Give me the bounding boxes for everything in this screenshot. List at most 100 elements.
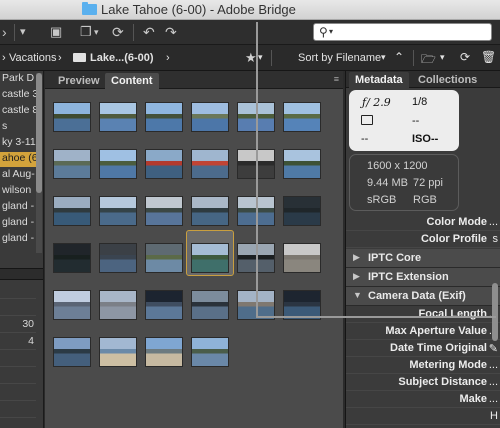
folder-item[interactable]: castle 3 bbox=[0, 88, 36, 103]
color-mode-value: RGB bbox=[413, 194, 437, 206]
folder-item[interactable]: gland - bbox=[0, 200, 36, 215]
refresh-icon[interactable]: ⟳ bbox=[112, 23, 124, 41]
thumbnail[interactable] bbox=[237, 195, 275, 226]
folder-item[interactable]: gland - bbox=[0, 216, 36, 231]
thumbnail[interactable] bbox=[191, 336, 229, 367]
thumbnail[interactable] bbox=[145, 101, 183, 132]
thumbnail[interactable] bbox=[283, 101, 321, 132]
thumbnail[interactable] bbox=[53, 101, 91, 132]
chevron-down-icon[interactable]: ▾ bbox=[440, 52, 445, 63]
thumbnail[interactable] bbox=[53, 195, 91, 226]
star-icon[interactable]: ★ bbox=[245, 50, 257, 66]
thumbnail[interactable] bbox=[99, 289, 137, 320]
folder-item[interactable]: ky 3-11 bbox=[0, 136, 36, 151]
tab-collections[interactable]: Collections bbox=[412, 72, 483, 88]
disclosure-closed-icon[interactable]: ▶ bbox=[353, 252, 360, 263]
more-icon[interactable]: ▾ bbox=[20, 23, 26, 41]
thumbnail[interactable] bbox=[191, 101, 229, 132]
thumbnail[interactable] bbox=[53, 148, 91, 179]
thumbnail[interactable] bbox=[145, 336, 183, 367]
thumbnail[interactable] bbox=[191, 195, 229, 226]
breadcrumb-parent[interactable]: Vacations bbox=[9, 52, 57, 64]
exif-property-row: H bbox=[346, 408, 500, 425]
property-value[interactable]: ... bbox=[489, 376, 498, 388]
thumbnail[interactable] bbox=[145, 148, 183, 179]
new-folder-icon[interactable]: 🗁 bbox=[421, 50, 436, 71]
redo-icon[interactable]: ↷ bbox=[165, 23, 177, 41]
folder-item[interactable]: Park D bbox=[0, 72, 36, 87]
thumbnail[interactable] bbox=[191, 148, 229, 179]
property-label: Subject Distance bbox=[398, 376, 487, 388]
tab-metadata[interactable]: Metadata bbox=[349, 72, 409, 88]
folders-scrollbar[interactable] bbox=[36, 73, 42, 253]
disclosure-open-icon[interactable]: ▼ bbox=[353, 290, 362, 300]
metadata-section-header[interactable]: ▼ Camera Data (Exif) bbox=[346, 287, 500, 306]
folder-item[interactable]: al Aug- bbox=[0, 168, 36, 183]
tab-content[interactable]: Content bbox=[105, 73, 159, 89]
folder-item[interactable]: s bbox=[0, 120, 36, 135]
sort-ascending-icon[interactable]: ⌃ bbox=[394, 50, 404, 64]
metadata-scrollbar[interactable] bbox=[492, 283, 498, 341]
property-value[interactable]: ... bbox=[489, 393, 498, 405]
toolbar: › ▾ ▣ ❐ ▾ ⟳ ↶ ↷ ⚲ ▾ bbox=[0, 20, 500, 45]
property-row: Color Profile s bbox=[346, 231, 500, 248]
undo-icon[interactable]: ↶ bbox=[143, 23, 155, 41]
search-input[interactable]: ⚲ ▾ bbox=[313, 23, 492, 41]
thumbnail[interactable] bbox=[237, 148, 275, 179]
camera-data-card: ƒ/ 2.9 1/8 -- -- ISO-- bbox=[349, 90, 459, 151]
panel-divider[interactable] bbox=[0, 268, 43, 280]
property-value[interactable]: ✎ bbox=[489, 342, 498, 355]
path-bar: › Vacations › Lake...(6-00) › ★ ▾ Sort b… bbox=[0, 45, 500, 71]
chevron-down-icon[interactable]: ▾ bbox=[94, 23, 99, 41]
thumbnail[interactable] bbox=[237, 101, 275, 132]
thumbnail[interactable] bbox=[53, 289, 91, 320]
resolution-value: 72 ppi bbox=[413, 177, 443, 189]
folder-item[interactable]: wilson bbox=[0, 184, 36, 199]
thumbnail[interactable] bbox=[145, 242, 183, 273]
thumbnail[interactable] bbox=[145, 289, 183, 320]
thumbnail[interactable] bbox=[283, 242, 321, 273]
thumbnail[interactable] bbox=[99, 101, 137, 132]
chevron-down-icon[interactable]: ▾ bbox=[381, 52, 386, 63]
rotate-icon[interactable]: ⟳ bbox=[460, 50, 470, 64]
thumbnail[interactable] bbox=[237, 289, 275, 320]
thumbnail[interactable] bbox=[283, 195, 321, 226]
exif-property-row: Max Aperture Value... bbox=[346, 323, 500, 340]
window-title: Lake Tahoe (6-00) - Adobe Bridge bbox=[101, 2, 296, 17]
metadata-section-header[interactable]: ▶ IPTC Core bbox=[346, 249, 500, 268]
property-label: Color Profile bbox=[420, 233, 487, 245]
white-balance-value: -- bbox=[361, 133, 369, 145]
metadata-section-header[interactable]: ▶ IPTC Extension bbox=[346, 268, 500, 287]
folder-item[interactable]: castle 8 bbox=[0, 104, 36, 119]
meta-row bbox=[0, 401, 36, 418]
sort-dropdown[interactable]: Sort by Filename bbox=[298, 52, 381, 64]
thumbnail[interactable] bbox=[145, 195, 183, 226]
thumbnail[interactable] bbox=[53, 336, 91, 367]
property-value[interactable]: ... bbox=[489, 359, 498, 371]
copy-icon[interactable]: ❐ bbox=[80, 23, 92, 41]
trash-icon[interactable]: 🗑 bbox=[481, 50, 496, 64]
folder-item[interactable]: gland - bbox=[0, 232, 36, 247]
thumbnail[interactable] bbox=[99, 336, 137, 367]
thumbnail[interactable] bbox=[283, 148, 321, 179]
property-value[interactable]: ... bbox=[489, 216, 498, 228]
thumbnail[interactable] bbox=[99, 242, 137, 273]
camera-icon[interactable]: ▣ bbox=[50, 23, 62, 41]
content-tabs: Preview Content ≡ bbox=[45, 71, 343, 89]
property-value[interactable]: H bbox=[490, 410, 498, 422]
thumbnail[interactable] bbox=[237, 242, 275, 273]
thumbnail[interactable] bbox=[53, 242, 91, 273]
panel-menu-icon[interactable]: ≡ bbox=[334, 74, 339, 84]
thumbnail[interactable] bbox=[191, 289, 229, 320]
disclosure-closed-icon[interactable]: ▶ bbox=[353, 271, 360, 282]
tab-preview[interactable]: Preview bbox=[52, 73, 106, 89]
thumbnail[interactable] bbox=[191, 242, 229, 273]
thumbnail[interactable] bbox=[99, 148, 137, 179]
thumbnail[interactable] bbox=[99, 195, 137, 226]
chevron-down-icon[interactable]: ▾ bbox=[258, 52, 263, 63]
property-value[interactable]: s bbox=[493, 233, 499, 245]
thumbnail[interactable] bbox=[283, 289, 321, 320]
chevron-right-icon[interactable]: › bbox=[2, 23, 7, 41]
breadcrumb-current[interactable]: Lake...(6-00) bbox=[90, 52, 154, 64]
folder-item[interactable]: ahoe (6 bbox=[0, 152, 36, 167]
